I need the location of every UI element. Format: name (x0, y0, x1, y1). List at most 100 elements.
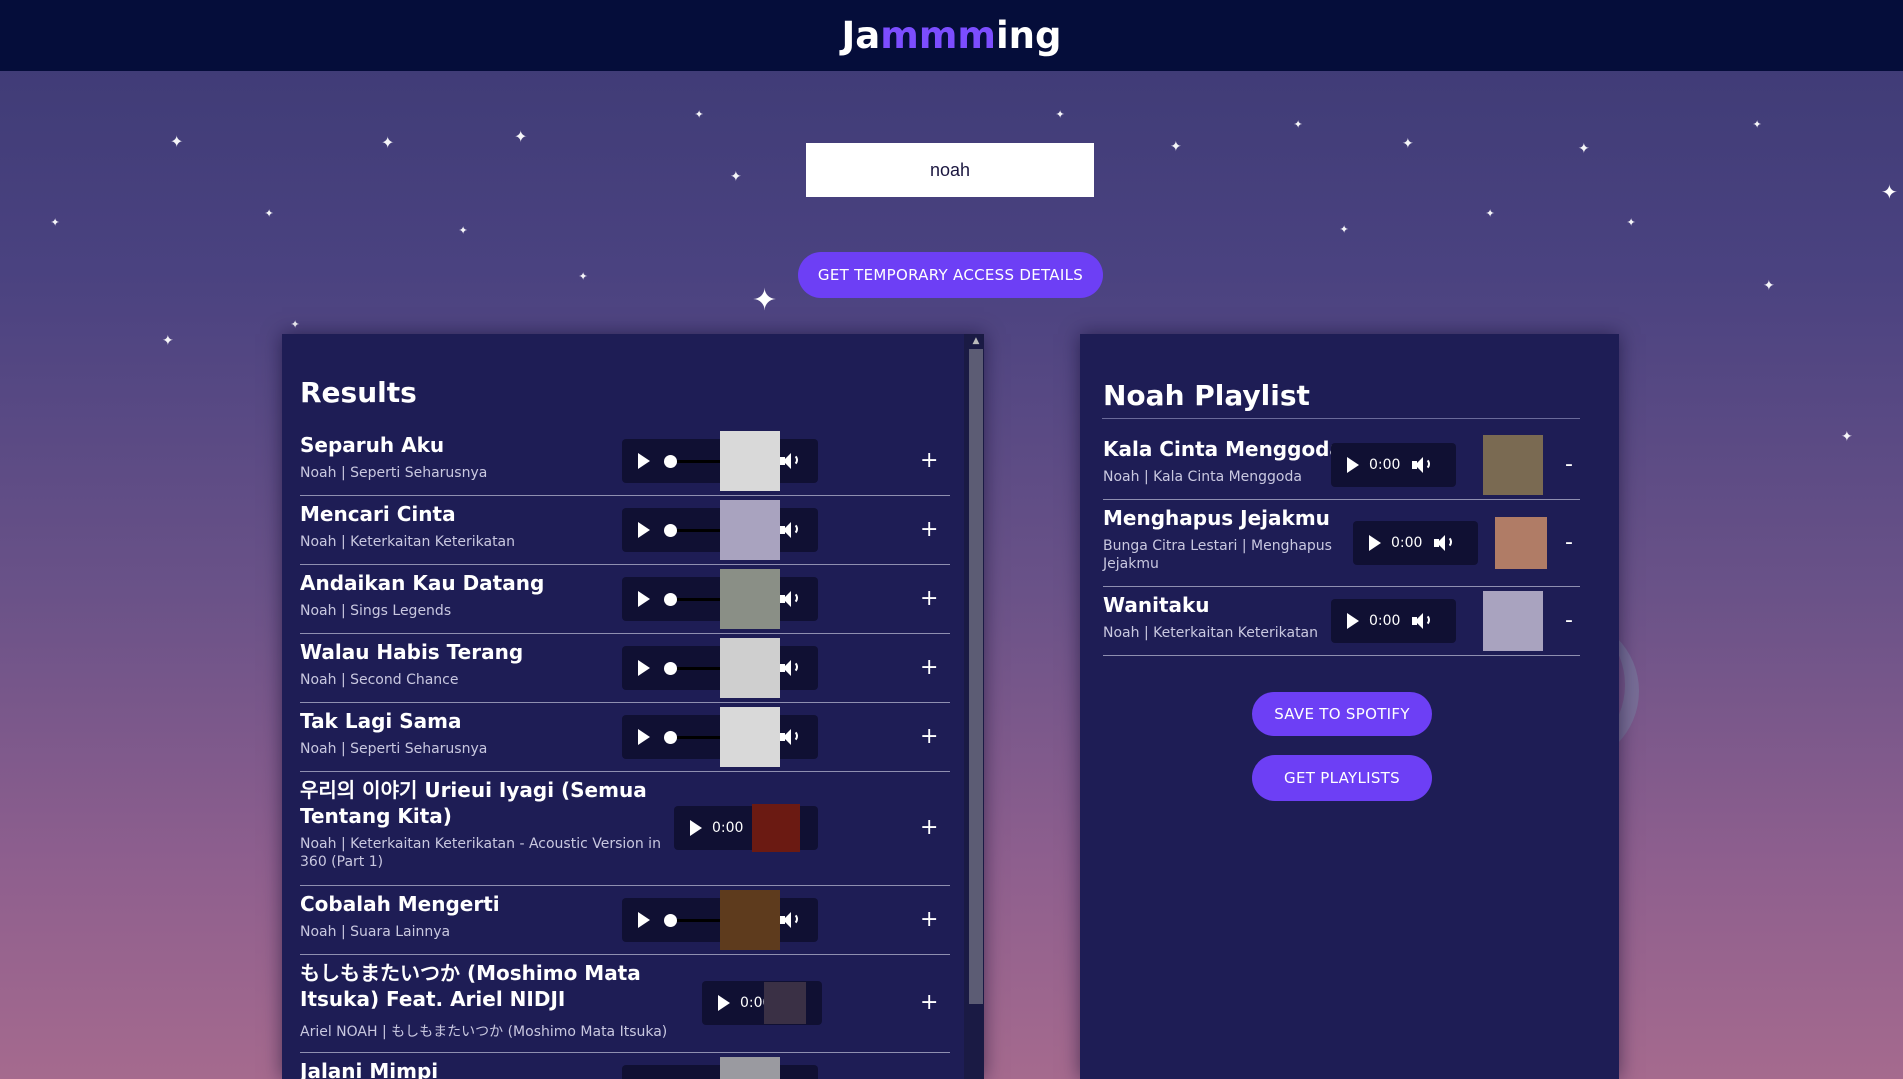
logo-part-2: mmm (880, 14, 996, 57)
remove-icon[interactable]: - (1565, 454, 1573, 476)
star-icon: ✦ (752, 283, 778, 318)
volume-icon[interactable] (1412, 457, 1431, 473)
star-icon: ✦ (1293, 117, 1303, 131)
seek-handle[interactable] (664, 661, 677, 675)
track-name: Andaikan Kau Datang (300, 571, 545, 595)
audio-player[interactable]: 0:00 (1353, 521, 1478, 565)
seek-handle[interactable] (664, 730, 677, 744)
playlist-title-divider (1102, 418, 1580, 419)
volume-icon[interactable] (780, 660, 799, 676)
album-cover (720, 500, 780, 560)
play-icon[interactable] (638, 453, 650, 469)
track-name: 우리의 이야기 Urieui Iyagi (Semua Tentang Kita… (300, 778, 647, 828)
add-icon[interactable]: + (920, 726, 938, 748)
volume-icon[interactable] (780, 912, 799, 928)
results-scrollbar[interactable]: ▲ (964, 334, 984, 1079)
track-info: Ariel NOAH | もしもまたいつか (Moshimo Mata Itsu… (300, 1024, 668, 1040)
star-icon: ✦ (162, 333, 174, 349)
album-cover (752, 804, 800, 852)
track-name: Tak Lagi Sama (300, 709, 462, 733)
star-icon: ✦ (1763, 278, 1775, 294)
track-info: Noah | Kala Cinta Menggoda (1103, 469, 1302, 485)
star-icon: ✦ (1170, 139, 1182, 155)
player-time: 0:00 (1369, 613, 1401, 629)
star-icon: ✦ (694, 107, 704, 121)
track-name: Cobalah Mengerti (300, 892, 500, 916)
audio-player[interactable]: 0:00 (1331, 599, 1456, 643)
star-icon: ✦ (1881, 180, 1898, 204)
play-icon[interactable] (1369, 535, 1381, 551)
track-name: Menghapus Jejakmu (1103, 506, 1330, 530)
add-icon[interactable]: + (920, 817, 938, 839)
seek-handle[interactable] (664, 454, 677, 468)
save-to-spotify-button[interactable]: SAVE TO SPOTIFY (1252, 692, 1432, 736)
album-cover (1483, 591, 1543, 651)
results-panel: Results Separuh Aku Noah | Seperti Seharu… (282, 334, 984, 1079)
volume-icon[interactable] (780, 729, 799, 745)
star-icon: ✦ (730, 169, 742, 185)
add-icon[interactable]: + (920, 519, 938, 541)
get-playlists-button[interactable]: GET PLAYLISTS (1252, 755, 1432, 801)
volume-icon[interactable] (780, 522, 799, 538)
app-logo: Jammming (842, 14, 1062, 57)
play-icon[interactable] (638, 591, 650, 607)
get-access-button[interactable]: GET TEMPORARY ACCESS DETAILS (798, 252, 1103, 298)
seek-handle[interactable] (664, 523, 677, 537)
star-icon: ✦ (50, 215, 60, 229)
add-icon[interactable]: + (920, 909, 938, 931)
playlist-title[interactable]: Noah Playlist (1103, 379, 1310, 412)
album-cover (720, 707, 780, 767)
track-name: Kala Cinta Menggoda (1103, 437, 1343, 461)
star-icon: ✦ (1055, 107, 1065, 121)
add-icon[interactable]: + (920, 992, 938, 1014)
track-info: Noah | Keterkaitan Keterikatan (1103, 625, 1319, 641)
remove-icon[interactable]: - (1565, 610, 1573, 632)
star-icon: ✦ (578, 269, 588, 283)
remove-icon[interactable]: - (1565, 532, 1573, 554)
player-time: 0:00 (712, 820, 744, 836)
star-icon: ✦ (1626, 215, 1636, 229)
play-icon[interactable] (718, 995, 730, 1011)
scroll-up-arrow-icon[interactable]: ▲ (969, 335, 983, 347)
star-icon: ✦ (381, 133, 395, 152)
results-title: Results (300, 376, 417, 409)
track-row: Andaikan Kau DatangNoah | Sings Legends0… (300, 564, 950, 634)
play-icon[interactable] (690, 820, 702, 836)
playlist-track-row: Menghapus Jejakmu Bunga Citra Lestari | M… (1103, 499, 1580, 587)
playlist-track-row: Kala Cinta Menggoda Noah | Kala Cinta Men… (1103, 430, 1580, 500)
search-input[interactable] (806, 143, 1094, 197)
play-icon[interactable] (638, 912, 650, 928)
track-row: Cobalah MengertiNoah | Suara Lainnya0:00… (300, 885, 950, 955)
star-icon: ✦ (170, 132, 184, 151)
volume-icon[interactable] (1434, 535, 1453, 551)
track-row: Walau Habis TerangNoah | Second Chance0:… (300, 633, 950, 703)
star-icon: ✦ (264, 206, 274, 220)
star-icon: ✦ (1841, 429, 1853, 445)
add-icon[interactable]: + (920, 657, 938, 679)
top-bar: Jammming (0, 0, 1903, 71)
track-name: Walau Habis Terang (300, 640, 524, 664)
volume-icon[interactable] (780, 453, 799, 469)
star-icon: ✦ (514, 127, 528, 146)
seek-handle[interactable] (664, 592, 677, 606)
seek-handle[interactable] (664, 913, 677, 927)
star-icon: ✦ (1578, 141, 1590, 157)
play-icon[interactable] (638, 660, 650, 676)
track-name: もしもまたいつか (Moshimo Mata Itsuka) Feat. Ari… (300, 961, 641, 1011)
play-icon[interactable] (1347, 457, 1359, 473)
play-icon[interactable] (1347, 613, 1359, 629)
track-info: Bunga Citra Lestari | Menghapus Jejakmu (1103, 538, 1332, 572)
add-icon[interactable]: + (920, 588, 938, 610)
volume-icon[interactable] (1412, 613, 1431, 629)
audio-player[interactable]: 0:00 (1331, 443, 1456, 487)
track-name: Mencari Cinta (300, 502, 456, 526)
volume-icon[interactable] (780, 591, 799, 607)
play-icon[interactable] (638, 729, 650, 745)
play-icon[interactable] (638, 522, 650, 538)
add-icon[interactable]: + (920, 450, 938, 472)
star-icon: ✦ (1402, 136, 1414, 152)
album-cover (720, 569, 780, 629)
track-name: Separuh Aku (300, 433, 445, 457)
album-cover (1495, 517, 1547, 569)
scroll-thumb[interactable] (969, 349, 983, 1004)
